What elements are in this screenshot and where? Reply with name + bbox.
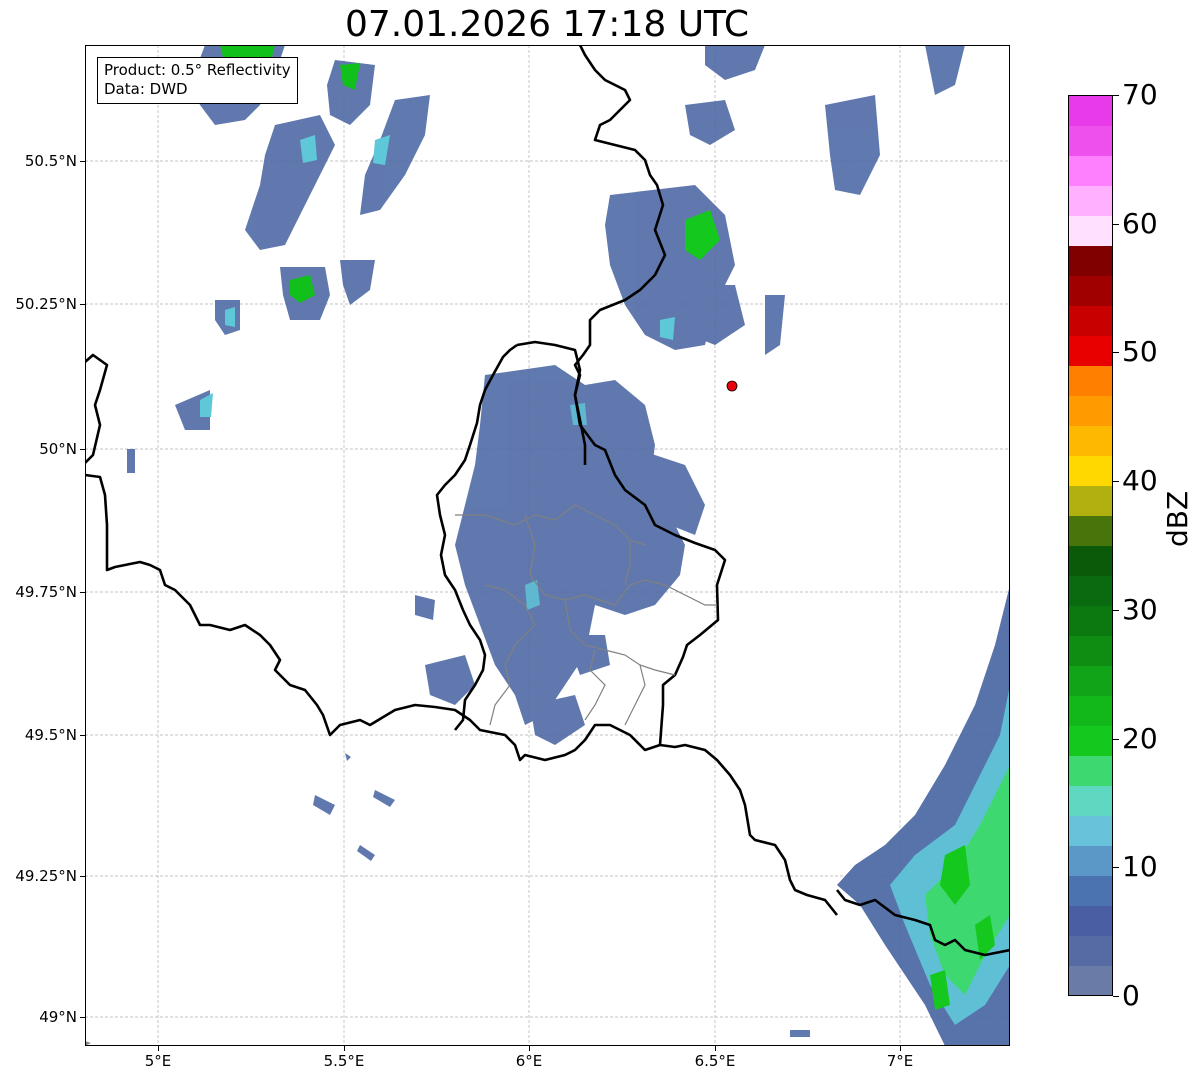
colorbar-segment	[1069, 305, 1112, 337]
colorbar-segment	[1069, 515, 1112, 546]
info-data-source: Data: DWD	[104, 80, 188, 98]
lat-label-49.25: 49.25°N	[15, 867, 77, 885]
colorbar-segment	[1069, 875, 1112, 906]
lon-label-7: 7°E	[886, 1052, 914, 1070]
colorbar-tick-label: 60	[1122, 206, 1158, 240]
lat-tick	[80, 449, 85, 450]
colorbar-segment	[1069, 845, 1112, 876]
colorbar-segment	[1069, 905, 1112, 936]
colorbar	[1068, 95, 1113, 996]
lon-label-5: 5°E	[144, 1052, 172, 1070]
lat-tick	[80, 592, 85, 593]
colorbar-segment	[1069, 485, 1112, 517]
colorbar-segment	[1069, 605, 1112, 636]
colorbar-tick	[1113, 481, 1119, 482]
colorbar-segment	[1069, 755, 1112, 786]
colorbar-segment	[1069, 125, 1112, 157]
colorbar-segment	[1069, 725, 1112, 756]
colorbar-tick	[1113, 996, 1119, 997]
map-title: 07.01.2026 17:18 UTC	[344, 4, 750, 45]
lon-label-6: 6°E	[515, 1052, 543, 1070]
lat-label-50.25: 50.25°N	[15, 295, 77, 313]
colorbar-tick-label: 40	[1122, 464, 1158, 498]
lat-label-50.5: 50.5°N	[24, 152, 77, 170]
lat-label-49: 49°N	[39, 1008, 77, 1026]
colorbar-segment	[1069, 815, 1112, 846]
colorbar-tick	[1113, 95, 1119, 96]
colorbar-segment	[1069, 665, 1112, 696]
colorbar-segment	[1069, 785, 1112, 816]
colorbar-segment	[1069, 185, 1112, 217]
colorbar-segment	[1069, 545, 1112, 576]
lon-label-5.5: 5.5°E	[323, 1052, 365, 1070]
radar-map[interactable]	[85, 45, 1010, 1046]
colorbar-segment	[1069, 365, 1112, 397]
colorbar-tick-label: 70	[1122, 78, 1158, 111]
colorbar-segment	[1069, 425, 1112, 457]
colorbar-tick-label: 0	[1122, 979, 1140, 1012]
colorbar-tick-label: 10	[1122, 850, 1158, 884]
lat-tick	[80, 304, 85, 305]
colorbar-segment	[1069, 245, 1112, 277]
colorbar-segment	[1069, 215, 1112, 247]
lat-label-49.75: 49.75°N	[15, 583, 77, 601]
colorbar-segment	[1069, 275, 1112, 307]
radar-map-canvas	[85, 45, 1010, 1046]
colorbar-segment	[1069, 935, 1112, 966]
lon-tick	[344, 1046, 345, 1051]
colorbar-segment	[1069, 575, 1112, 606]
info-box: Product: 0.5° Reflectivity Data: DWD	[97, 57, 298, 104]
lat-tick	[80, 876, 85, 877]
colorbar-segment	[1069, 155, 1112, 187]
colorbar-segment	[1069, 965, 1112, 996]
radar-site-marker[interactable]	[726, 380, 738, 392]
colorbar-tick-label: 50	[1122, 335, 1158, 369]
lon-tick	[900, 1046, 901, 1051]
colorbar-tick-label: 30	[1122, 592, 1158, 626]
lon-tick	[529, 1046, 530, 1051]
lat-tick	[80, 735, 85, 736]
lon-label-6.5: 6.5°E	[694, 1052, 736, 1070]
lat-tick	[80, 1017, 85, 1018]
colorbar-segment	[1069, 695, 1112, 726]
colorbar-segment	[1069, 635, 1112, 666]
colorbar-segment	[1069, 455, 1112, 487]
colorbar-tick	[1113, 867, 1119, 868]
colorbar-tick-label: 20	[1122, 721, 1158, 755]
lat-tick	[80, 161, 85, 162]
lon-tick	[715, 1046, 716, 1051]
lat-label-49.5: 49.5°N	[24, 726, 77, 744]
colorbar-tick	[1113, 352, 1119, 353]
colorbar-tick	[1113, 739, 1119, 740]
radar-echoes	[127, 45, 1010, 1046]
colorbar-unit-label: dBZ	[1161, 490, 1194, 547]
lon-tick	[158, 1046, 159, 1051]
colorbar-tick	[1113, 224, 1119, 225]
colorbar-tick	[1113, 610, 1119, 611]
colorbar-segment	[1069, 395, 1112, 427]
colorbar-segment	[1069, 96, 1112, 127]
lat-label-50: 50°N	[39, 440, 77, 458]
info-product: Product: 0.5° Reflectivity	[104, 61, 291, 79]
colorbar-segment	[1069, 335, 1112, 367]
